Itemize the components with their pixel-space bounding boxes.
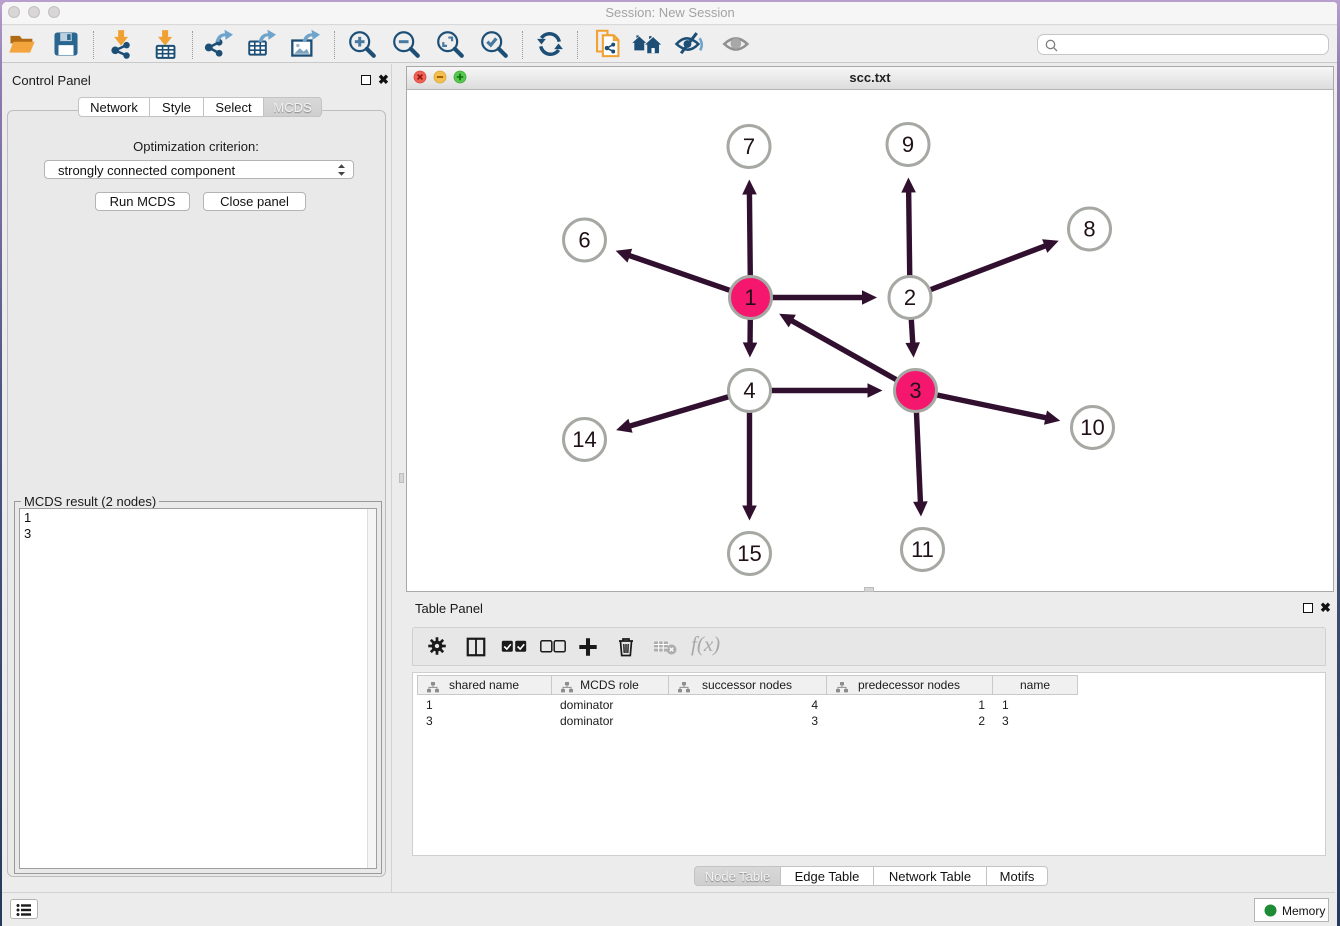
svg-text:11: 11 — [911, 537, 934, 562]
svg-text:10: 10 — [1080, 415, 1104, 440]
svg-text:7: 7 — [743, 134, 755, 159]
svg-text:8: 8 — [1083, 217, 1095, 242]
svg-text:15: 15 — [737, 541, 761, 566]
svg-text:1: 1 — [744, 285, 756, 310]
svg-text:3: 3 — [909, 378, 921, 403]
svg-text:4: 4 — [743, 378, 755, 403]
svg-text:9: 9 — [902, 132, 914, 157]
svg-text:2: 2 — [904, 285, 916, 310]
svg-text:6: 6 — [578, 228, 590, 253]
svg-text:14: 14 — [572, 427, 596, 452]
